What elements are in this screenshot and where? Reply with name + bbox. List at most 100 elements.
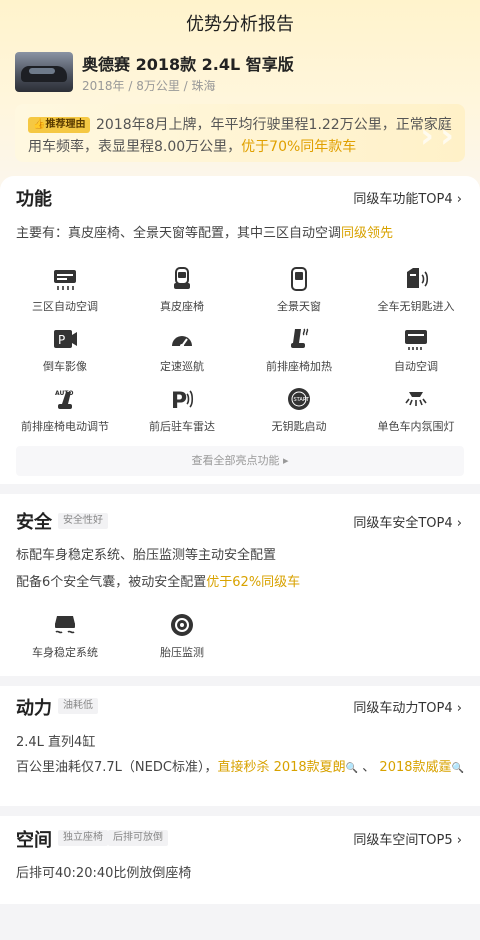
safety-card: 安全 安全性好 同级车安全TOP4 › 标配车身稳定系统、胎压监测等主动安全配置… (0, 494, 480, 676)
power-seat-icon: AUTO (55, 390, 74, 409)
power-top-label: 同级车动力TOP4 (353, 701, 453, 716)
feature-item[interactable]: 自动空调 (356, 326, 476, 374)
safety-line-1: 标配车身稳定系统、胎压监测等主动安全配置 (16, 548, 277, 563)
cruise-control-icon (172, 336, 192, 348)
space-line-1: 后排可40:20:40比例放倒座椅 (16, 866, 192, 881)
svg-text:P: P (171, 389, 187, 412)
space-card: 空间 独立座椅 后排可放倒 同级车空间TOP5 › 后排可40:20:40比例放… (0, 816, 480, 904)
comparison-link[interactable]: 2018款威霆🔍 (379, 760, 464, 775)
comparison-link-label: 2018款威霆 (379, 760, 452, 775)
power-card: 动力 油耗低 同级车动力TOP4 › 2.4L 直列4缸 百公里油耗仅7.7L（… (0, 686, 480, 806)
feature-label: 定速巡航 (160, 360, 204, 373)
space-tag: 后排可放倒 (108, 830, 168, 846)
car-thumbnail[interactable] (15, 52, 73, 92)
power-line-2: 百公里油耗仅7.7L（NEDC标准），直接秒杀 2018款夏朗🔍 、 2018款… (16, 758, 466, 779)
recommend-reason-tag: 👍推荐理由 (28, 117, 91, 133)
climate-icon (54, 270, 76, 290)
feature-item[interactable]: AUTO 前排座椅电动调节 (5, 386, 125, 434)
safety-line-2-text: 配备6个安全气囊，被动安全配置 (16, 575, 207, 590)
feature-item[interactable]: START 无钥匙启动 (239, 386, 359, 434)
feature-item[interactable]: 前排座椅加热 (239, 326, 359, 374)
keyless-entry-icon (407, 268, 429, 288)
function-top-link[interactable]: 同级车功能TOP4 › (353, 188, 462, 207)
feature-item[interactable]: 胎压监测 (122, 612, 242, 660)
power-line-1: 2.4L 直列4缸 (16, 735, 96, 750)
car-meta: 2018年 / 8万公里 / 珠海 (82, 79, 216, 93)
recommend-reason-box: › › 2018年8月上牌，年平均行驶里程1.22万公里，正常家庭用车频率，表显… (15, 104, 465, 162)
space-title: 空间 (16, 830, 52, 851)
search-icon: 🔍 (345, 763, 359, 774)
feature-label: 自动空调 (394, 360, 438, 373)
view-all-features-button[interactable]: 查看全部亮点功能 ▸ (16, 446, 464, 476)
power-title: 动力 (16, 698, 52, 719)
feature-label: 无钥匙启动 (271, 420, 327, 433)
space-tag: 独立座椅 (58, 830, 108, 846)
feature-item[interactable]: 真皮座椅 (122, 266, 242, 314)
feature-item[interactable]: 三区自动空调 (5, 266, 125, 314)
chevron-right-icon: › (456, 516, 462, 531)
feature-label: 真皮座椅 (160, 300, 204, 313)
feature-label: 全车无钥匙进入 (377, 300, 455, 313)
auto-ac-icon (405, 330, 427, 350)
power-tag: 油耗低 (58, 698, 98, 714)
chevron-right-icon: › (456, 701, 462, 716)
thumbs-up-icon: 👍 (33, 119, 46, 130)
leather-seat-icon (174, 267, 190, 289)
reason-text: 2018年8月上牌，年平均行驶里程1.22万公里，正常家庭用车频率，表显里程8.… (28, 114, 458, 158)
feature-label: 三区自动空调 (32, 300, 98, 313)
car-window-shape (29, 68, 55, 74)
feature-label: 单色车内氛围灯 (377, 420, 455, 433)
reason-highlight: 优于70%同年款车 (241, 139, 357, 155)
function-summary: 主要有：真皮座椅、全景天窗等配置，其中三区自动空调同级领先 (16, 222, 393, 241)
feature-item[interactable]: 全景天窗 (239, 266, 359, 314)
chevron-right-icon: › (456, 833, 462, 848)
svg-text:P: P (58, 333, 65, 347)
function-card: 功能 同级车功能TOP4 › 主要有：真皮座椅、全景天窗等配置，其中三区自动空调… (0, 176, 480, 484)
chevron-right-icon: › (456, 192, 462, 207)
reverse-camera-icon: P (54, 330, 77, 348)
feature-label: 倒车影像 (43, 360, 87, 373)
start-button-icon: START (288, 388, 310, 410)
function-title: 功能 (16, 189, 52, 210)
stability-control-icon (55, 616, 75, 634)
safety-top-link[interactable]: 同级车安全TOP4 › (353, 512, 462, 531)
feature-label: 胎压监测 (160, 646, 204, 659)
power-line-2-text: 百公里油耗仅7.7L（NEDC标准）， (16, 760, 218, 775)
function-summary-text: 主要有：真皮座椅、全景天窗等配置，其中三区自动空调 (16, 226, 342, 241)
feature-label: 车身稳定系统 (32, 646, 98, 659)
feature-label: 前后驻车雷达 (149, 420, 215, 433)
feature-item[interactable]: P 倒车影像 (5, 326, 125, 374)
separator: 、 (362, 760, 376, 775)
function-top-label: 同级车功能TOP4 (353, 192, 453, 207)
tire-pressure-icon (171, 614, 193, 636)
feature-item[interactable]: 单色车内氛围灯 (356, 386, 476, 434)
space-top-label: 同级车空间TOP5 (353, 833, 453, 848)
search-icon: 🔍 (451, 763, 464, 774)
ambient-light-icon (405, 392, 427, 406)
feature-item[interactable]: P 前后驻车雷达 (122, 386, 242, 434)
feature-item[interactable]: 车身稳定系统 (5, 612, 125, 660)
power-top-link[interactable]: 同级车动力TOP4 › (353, 697, 462, 716)
safety-title: 安全 (16, 512, 52, 533)
safety-line-2-highlight: 优于62%同级车 (206, 575, 301, 590)
reason-body: 2018年8月上牌，年平均行驶里程1.22万公里，正常家庭用车频率，表显里程8.… (28, 117, 452, 155)
space-top-link[interactable]: 同级车空间TOP5 › (353, 829, 462, 848)
sunroof-icon (291, 267, 307, 291)
comparison-link[interactable]: 直接秒杀 2018款夏朗🔍 (217, 760, 358, 775)
safety-tag: 安全性好 (58, 513, 108, 529)
comparison-link-label: 直接秒杀 2018款夏朗 (217, 760, 346, 775)
reason-tag-label: 推荐理由 (45, 119, 86, 130)
feature-item[interactable]: 定速巡航 (122, 326, 242, 374)
svg-text:AUTO: AUTO (55, 390, 74, 397)
feature-label: 前排座椅加热 (266, 360, 332, 373)
feature-label: 全景天窗 (277, 300, 321, 313)
svg-text:START: START (294, 397, 310, 403)
page-title: 优势分析报告 (186, 14, 294, 35)
car-name[interactable]: 奥德赛 2018款 2.4L 智享版 (82, 51, 294, 75)
feature-label: 前排座椅电动调节 (21, 420, 109, 433)
seat-heating-icon (291, 328, 309, 348)
function-summary-highlight: 同级领先 (341, 226, 394, 241)
feature-item[interactable]: 全车无钥匙进入 (356, 266, 476, 314)
parking-radar-icon: P (171, 389, 194, 412)
safety-top-label: 同级车安全TOP4 (353, 516, 453, 531)
